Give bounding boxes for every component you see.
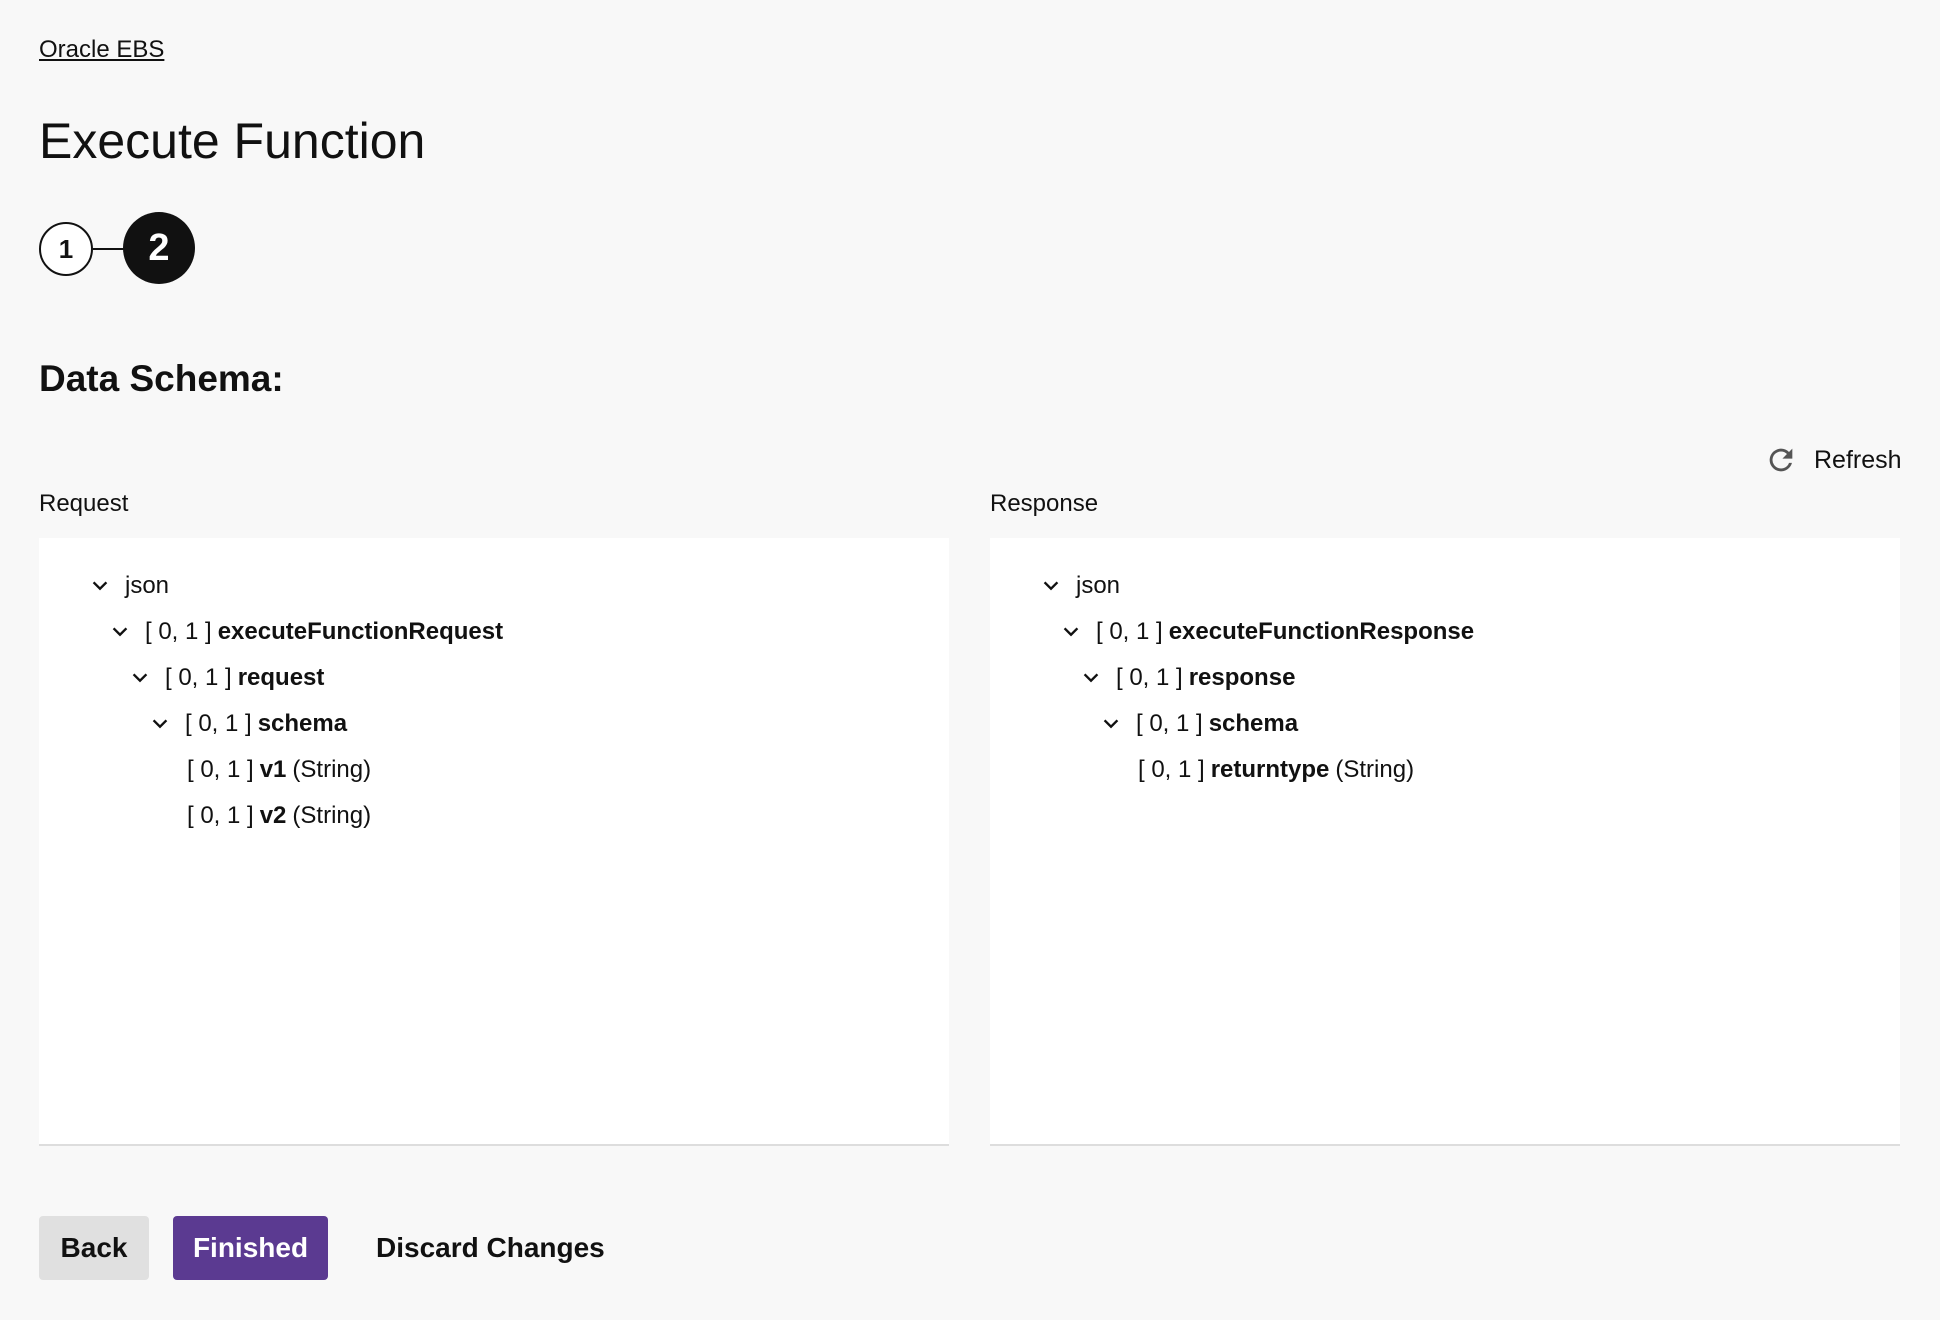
tree-row-json: json xyxy=(89,566,169,606)
tree-node-root: json xyxy=(1076,572,1121,599)
field-name: response xyxy=(1188,664,1296,691)
tree-node-root: json xyxy=(125,572,170,599)
cardinality: [ 0, 1 ] xyxy=(1096,618,1163,645)
tree-row: [ 0, 1 ] v2 (String) xyxy=(187,796,371,836)
tree-row: [ 0, 1 ] schema xyxy=(1100,704,1304,744)
field-type: (String) xyxy=(292,756,372,783)
field-name: schema xyxy=(257,710,348,737)
field-type: (String) xyxy=(1335,756,1415,783)
tree-row: [ 0, 1 ] response xyxy=(1080,658,1301,698)
response-schema-panel: json [ 0, 1 ] executeFunctionResponse [ … xyxy=(990,538,1900,1146)
refresh-button[interactable]: Refresh xyxy=(1764,440,1902,480)
field-name: executeFunctionRequest xyxy=(217,618,504,645)
request-label: Request xyxy=(39,490,129,517)
cardinality: [ 0, 1 ] xyxy=(1116,664,1183,691)
chevron-down-icon[interactable] xyxy=(1100,713,1122,735)
request-schema-panel: json [ 0, 1 ] executeFunctionRequest [ 0… xyxy=(39,538,949,1146)
chevron-down-icon[interactable] xyxy=(129,667,151,689)
field-name: returntype xyxy=(1210,756,1330,783)
chevron-down-icon[interactable] xyxy=(109,621,131,643)
step-2-current: 2 xyxy=(123,212,195,284)
chevron-down-icon[interactable] xyxy=(1080,667,1102,689)
stepper: 1 2 xyxy=(39,212,199,284)
chevron-down-icon[interactable] xyxy=(89,575,111,597)
step-connector xyxy=(93,248,125,250)
field-name: executeFunctionResponse xyxy=(1168,618,1475,645)
cardinality: [ 0, 1 ] xyxy=(145,618,212,645)
tree-row: [ 0, 1 ] executeFunctionRequest xyxy=(109,612,509,652)
cardinality: [ 0, 1 ] xyxy=(1138,756,1205,783)
cardinality: [ 0, 1 ] xyxy=(185,710,252,737)
cardinality: [ 0, 1 ] xyxy=(187,802,254,829)
field-name: request xyxy=(237,664,325,691)
field-name: v2 xyxy=(259,802,287,829)
step-1[interactable]: 1 xyxy=(39,222,93,276)
refresh-label: Refresh xyxy=(1814,445,1902,474)
tree-row-json: json xyxy=(1040,566,1120,606)
tree-row: [ 0, 1 ] v1 (String) xyxy=(187,750,371,790)
cardinality: [ 0, 1 ] xyxy=(187,756,254,783)
field-name: schema xyxy=(1208,710,1299,737)
back-button[interactable]: Back xyxy=(39,1216,149,1280)
refresh-icon xyxy=(1769,448,1793,472)
tree-row: [ 0, 1 ] request xyxy=(129,658,330,698)
tree-row: [ 0, 1 ] executeFunctionResponse xyxy=(1060,612,1480,652)
response-label: Response xyxy=(990,490,1099,517)
cardinality: [ 0, 1 ] xyxy=(165,664,232,691)
field-type: (String) xyxy=(292,802,372,829)
field-name: v1 xyxy=(259,756,287,783)
cardinality: [ 0, 1 ] xyxy=(1136,710,1203,737)
chevron-down-icon[interactable] xyxy=(149,713,171,735)
discard-changes-button[interactable]: Discard Changes xyxy=(354,1216,614,1280)
chevron-down-icon[interactable] xyxy=(1060,621,1082,643)
breadcrumb-oracle-ebs[interactable]: Oracle EBS xyxy=(39,36,164,64)
section-title: Data Schema: xyxy=(39,358,284,399)
finished-button[interactable]: Finished xyxy=(173,1216,328,1280)
tree-row: [ 0, 1 ] returntype (String) xyxy=(1138,750,1414,790)
page-title: Execute Function xyxy=(39,113,426,169)
tree-row: [ 0, 1 ] schema xyxy=(149,704,353,744)
chevron-down-icon[interactable] xyxy=(1040,575,1062,597)
